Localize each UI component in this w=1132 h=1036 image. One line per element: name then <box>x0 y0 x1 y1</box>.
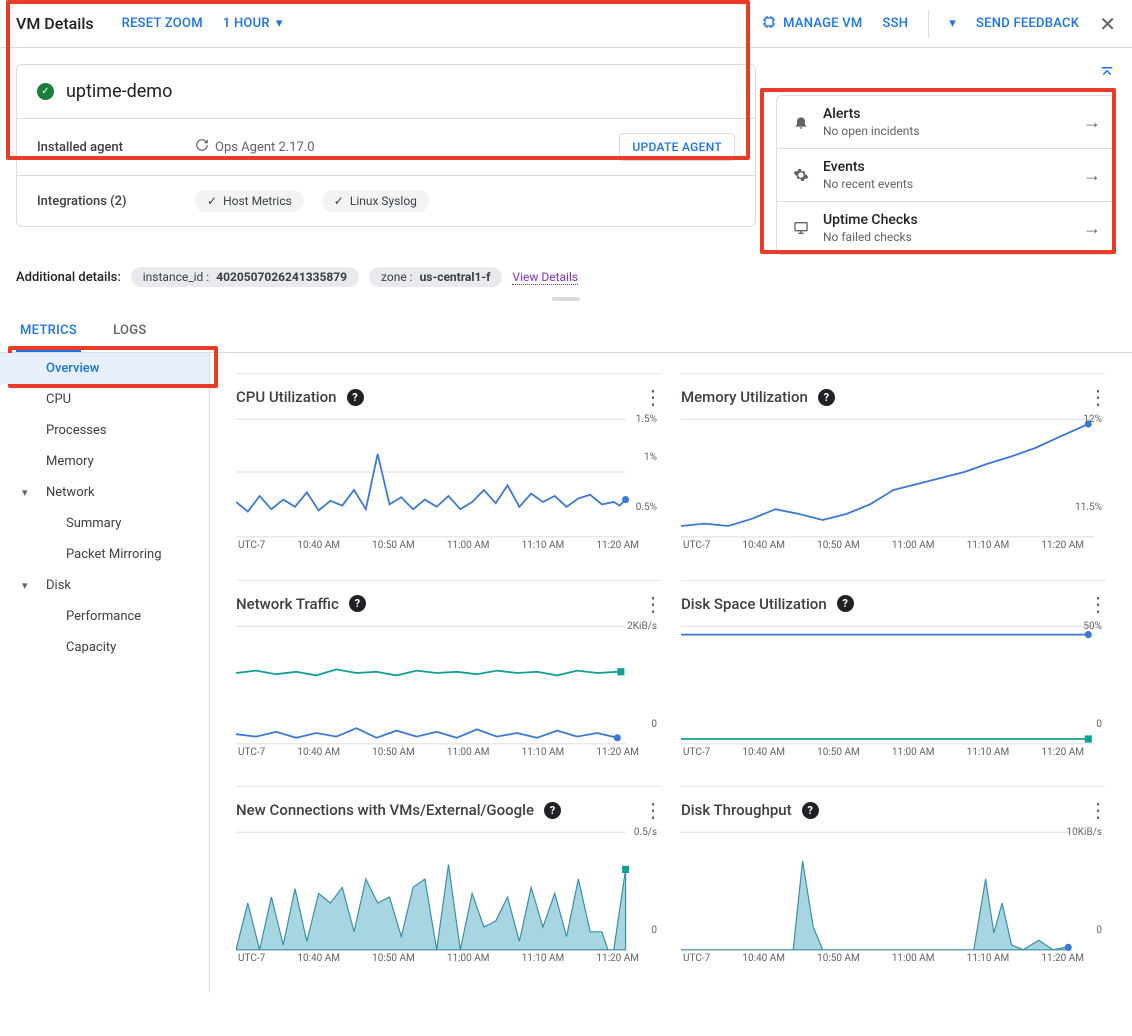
alerts-card[interactable]: Alerts No open incidents → <box>777 96 1115 149</box>
chevron-down-icon: ▾ <box>276 16 283 31</box>
status-running-icon: ✓ <box>37 83 54 100</box>
ssh-button[interactable]: SSH <box>883 16 909 31</box>
timerange-label: 1 HOUR <box>223 16 270 31</box>
chart-connections: New Connections with VMs/External/Google… <box>236 786 661 973</box>
alerts-subtitle: No open incidents <box>823 124 1071 138</box>
events-subtitle: No recent events <box>823 177 1071 191</box>
view-details-link[interactable]: View Details <box>512 270 578 285</box>
sidenav-packet-mirroring[interactable]: Packet Mirroring <box>0 539 209 570</box>
reset-zoom-button[interactable]: RESET ZOOM <box>122 16 203 31</box>
page-title: VM Details <box>16 14 94 33</box>
help-icon[interactable]: ? <box>349 595 366 612</box>
help-icon[interactable]: ? <box>818 389 835 406</box>
vm-card: ✓ uptime-demo Installed agent Ops Agent … <box>16 64 756 227</box>
sidenav-disk-performance[interactable]: Performance <box>0 601 209 632</box>
instance-id-pill: instance_id : 4020507026241335879 <box>131 267 359 287</box>
chart-plot <box>236 831 661 951</box>
tab-metrics[interactable]: METRICS <box>16 311 81 352</box>
chart-title: Disk Space Utilization <box>681 595 827 613</box>
monitor-icon <box>791 220 811 236</box>
resize-handle[interactable] <box>0 287 1132 311</box>
integrations-label: Integrations (2) <box>37 194 177 209</box>
chevron-down-icon: ▾ <box>22 579 28 592</box>
chart-plot <box>681 831 1106 951</box>
chart-network-traffic: Network Traffic ? ⋮ 2KiB/s 0 UTC-710:40 … <box>236 580 661 767</box>
chart-plot <box>236 418 661 538</box>
installed-agent-label: Installed agent <box>37 140 177 155</box>
integration-chip-linux-syslog[interactable]: ✓ Linux Syslog <box>322 190 429 212</box>
check-icon: ✓ <box>207 194 217 208</box>
chart-title: Network Traffic <box>236 595 339 613</box>
manage-vm-button[interactable]: MANAGE VM <box>761 14 862 34</box>
uptime-checks-card[interactable]: Uptime Checks No failed checks → <box>777 202 1115 254</box>
installed-agent-value: Ops Agent 2.17.0 <box>215 140 315 155</box>
chevron-down-icon: ▾ <box>22 486 28 499</box>
chart-plot <box>236 625 661 745</box>
sidenav-processes[interactable]: Processes <box>0 415 209 446</box>
chart-title: New Connections with VMs/External/Google <box>236 801 534 819</box>
events-card[interactable]: Events No recent events → <box>777 149 1115 202</box>
help-icon[interactable]: ? <box>544 802 561 819</box>
chart-menu-button[interactable]: ⋮ <box>643 601 661 607</box>
chart-disk-space: Disk Space Utilization ? ⋮ 50% 0 UTC-710… <box>681 580 1106 767</box>
sidenav-network-summary[interactable]: Summary <box>0 508 209 539</box>
sidenav-cpu[interactable]: CPU <box>0 384 209 415</box>
alerts-title: Alerts <box>823 106 1071 122</box>
chart-menu-button[interactable]: ⋮ <box>1088 807 1106 813</box>
chart-disk-throughput: Disk Throughput ? ⋮ 10KiB/s 0 UTC-710:40… <box>681 786 1106 973</box>
additional-details-label: Additional details: <box>16 270 121 285</box>
bell-icon <box>791 114 811 130</box>
sidenav-overview[interactable]: Overview <box>0 353 209 384</box>
timerange-select[interactable]: 1 HOUR ▾ <box>223 16 283 31</box>
send-feedback-dropdown[interactable]: ▾ <box>949 16 956 31</box>
gear-icon <box>791 167 811 183</box>
uptime-title: Uptime Checks <box>823 212 1071 228</box>
chevron-down-icon: ▾ <box>949 16 956 31</box>
arrow-right-icon: → <box>1083 112 1101 133</box>
zone-pill: zone : us-central1-f <box>369 267 502 287</box>
vm-name: uptime-demo <box>66 81 172 102</box>
sidenav-disk[interactable]: ▾Disk <box>0 570 209 601</box>
metrics-sidenav: Overview CPU Processes Memory ▾Network S… <box>0 353 210 993</box>
send-feedback-button[interactable]: SEND FEEDBACK <box>976 16 1079 31</box>
chart-plot <box>681 418 1106 538</box>
chart-menu-button[interactable]: ⋮ <box>1088 394 1106 400</box>
arrow-right-icon: → <box>1083 165 1101 186</box>
sidenav-network[interactable]: ▾Network <box>0 477 209 508</box>
sidenav-memory[interactable]: Memory <box>0 446 209 477</box>
check-icon: ✓ <box>334 194 344 208</box>
integration-chip-host-metrics[interactable]: ✓ Host Metrics <box>195 190 304 212</box>
chart-menu-button[interactable]: ⋮ <box>1088 601 1106 607</box>
close-button[interactable]: ✕ <box>1099 12 1116 36</box>
events-title: Events <box>823 159 1071 175</box>
cpu-chip-icon <box>761 14 777 34</box>
chart-plot <box>681 625 1106 745</box>
chart-menu-button[interactable]: ⋮ <box>643 807 661 813</box>
uptime-subtitle: No failed checks <box>823 230 1071 244</box>
chart-title: CPU Utilization <box>236 388 337 406</box>
update-agent-button[interactable]: UPDATE AGENT <box>619 133 735 161</box>
arrow-right-icon: → <box>1083 218 1101 239</box>
help-icon[interactable]: ? <box>802 802 819 819</box>
chart-menu-button[interactable]: ⋮ <box>643 394 661 400</box>
collapse-panel-button[interactable] <box>1098 64 1116 87</box>
tab-logs[interactable]: LOGS <box>109 311 151 352</box>
chart-memory: Memory Utilization ? ⋮ 12% 11.5% UTC-710… <box>681 373 1106 560</box>
help-icon[interactable]: ? <box>837 595 854 612</box>
help-icon[interactable]: ? <box>347 389 364 406</box>
chart-title: Disk Throughput <box>681 801 792 819</box>
chart-title: Memory Utilization <box>681 388 808 406</box>
refresh-icon <box>195 138 209 156</box>
sidenav-disk-capacity[interactable]: Capacity <box>0 632 209 663</box>
chart-cpu: CPU Utilization ? ⋮ 1.5% 1% 0.5% UTC-710… <box>236 373 661 560</box>
